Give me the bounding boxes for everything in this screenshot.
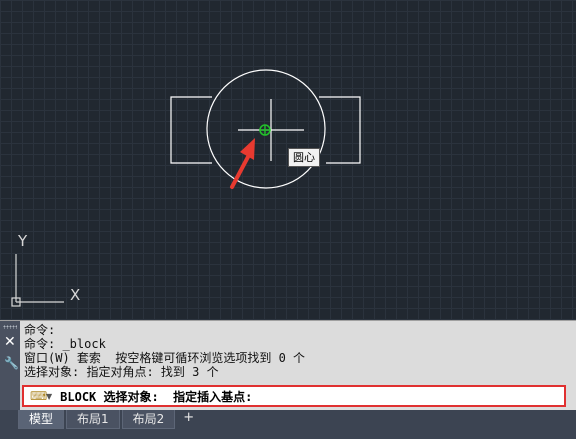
tab-layout2[interactable]: 布局2 <box>121 410 176 429</box>
grip-icon[interactable] <box>3 325 17 329</box>
tab-model[interactable]: 模型 <box>18 410 65 429</box>
chevron-down-icon[interactable]: ▼ <box>46 392 52 401</box>
history-line: 命令: <box>24 323 56 337</box>
history-line: 命令: _block <box>24 337 106 351</box>
command-history: 命令: 命令: _block 窗口(W) 套索 按空格键可循环浏览选项找到 0 … <box>24 323 572 381</box>
add-layout-icon[interactable]: + <box>177 410 200 426</box>
ucs-y-label: Y <box>18 232 28 250</box>
command-line-panel: ✕ 🔧 命令: 命令: _block 窗口(W) 套索 按空格键可循环浏览选项找… <box>0 320 576 411</box>
tab-layout1[interactable]: 布局1 <box>66 410 120 429</box>
circle <box>206 69 326 189</box>
drawing-canvas[interactable]: 圆心 Y X <box>0 0 576 320</box>
center-snap-marker <box>259 124 271 136</box>
command-prompt-text: BLOCK 选择对象: 指定插入基点: <box>60 389 253 404</box>
command-prompt-icon[interactable]: ⌨ <box>30 389 47 403</box>
close-icon[interactable]: ✕ <box>4 335 16 349</box>
command-input[interactable]: ⌨ ▼ BLOCK 选择对象: 指定插入基点: <box>22 385 566 407</box>
layout-tabs: 模型 布局1 布局2 + <box>0 410 576 439</box>
left-rectangle <box>170 96 212 164</box>
annotation-arrow-icon <box>230 138 255 189</box>
ucs-x-label: X <box>70 286 81 304</box>
history-line: 选择对象: 指定对角点: 找到 3 个 <box>24 365 219 379</box>
wrench-icon[interactable]: 🔧 <box>4 357 19 369</box>
history-line: 窗口(W) 套索 按空格键可循环浏览选项找到 0 个 <box>24 351 306 365</box>
osnap-tooltip: 圆心 <box>288 148 320 167</box>
command-panel-sidebar: ✕ 🔧 <box>0 321 20 411</box>
ucs-icon <box>11 254 64 307</box>
